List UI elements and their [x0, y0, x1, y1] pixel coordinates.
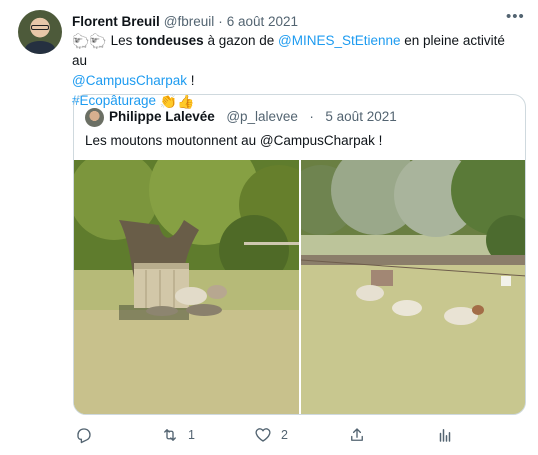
quoted-author-avatar [85, 108, 104, 127]
author-name[interactable]: Florent Breuil [72, 14, 160, 29]
share-icon [351, 428, 363, 441]
reply-button[interactable] [75, 425, 102, 445]
tweet-text-bold: tondeuses [136, 33, 204, 48]
photo-meadow-sheep-image [300, 160, 525, 414]
more-options-icon[interactable]: ••• [506, 9, 524, 28]
retweet-count: 1 [188, 428, 195, 442]
sheep-emoji: 🐑🐑 [72, 33, 107, 49]
tweet-text-part2: à gazon de [203, 33, 278, 48]
tweet-text-part1: Les [110, 33, 137, 48]
retweet-icon [164, 429, 176, 441]
photo-tree-sheep[interactable] [74, 160, 299, 414]
quoted-photos [74, 160, 525, 414]
heart-icon [255, 428, 271, 442]
tweet-header: Florent Breuil @fbreuil · 6 août 2021 [72, 12, 298, 30]
quoted-author-handle: @p_lalevee [226, 109, 298, 124]
retweet-button[interactable]: 1 [161, 425, 195, 445]
avatar-glasses [31, 25, 49, 30]
analytics-icon [439, 429, 451, 442]
mention-mines[interactable]: @MINES_StEtienne [278, 33, 401, 48]
photo-tree-sheep-image [74, 160, 299, 414]
quoted-tweet[interactable]: Philippe Lalevée @p_lalevee · 5 août 202… [73, 94, 526, 415]
mention-campuscharpak[interactable]: @CampusCharpak [72, 73, 187, 88]
photo-meadow-sheep[interactable] [300, 160, 525, 414]
tweet-text-part4: ! [187, 73, 195, 88]
tweet-actions: 1 2 [68, 425, 468, 447]
quoted-header: Philippe Lalevée @p_lalevee · 5 août 202… [109, 109, 397, 124]
quoted-author-name: Philippe Lalevée [109, 109, 215, 124]
header-separator: · [218, 13, 223, 29]
author-handle[interactable]: @fbreuil [164, 14, 214, 29]
reply-icon [77, 428, 91, 444]
author-avatar[interactable] [18, 10, 62, 54]
share-button[interactable] [348, 425, 375, 445]
quoted-date: 5 août 2021 [325, 109, 397, 124]
tweet[interactable]: Florent Breuil @fbreuil · 6 août 2021 ••… [0, 0, 538, 455]
analytics-button[interactable] [436, 425, 463, 445]
quoted-text: Les moutons moutonnent au @CampusCharpak… [85, 133, 383, 148]
quoted-separator: · [309, 109, 314, 124]
avatar-shirt [25, 41, 55, 54]
like-button[interactable]: 2 [254, 425, 288, 445]
tweet-date[interactable]: 6 août 2021 [227, 14, 298, 29]
like-count: 2 [281, 428, 288, 442]
